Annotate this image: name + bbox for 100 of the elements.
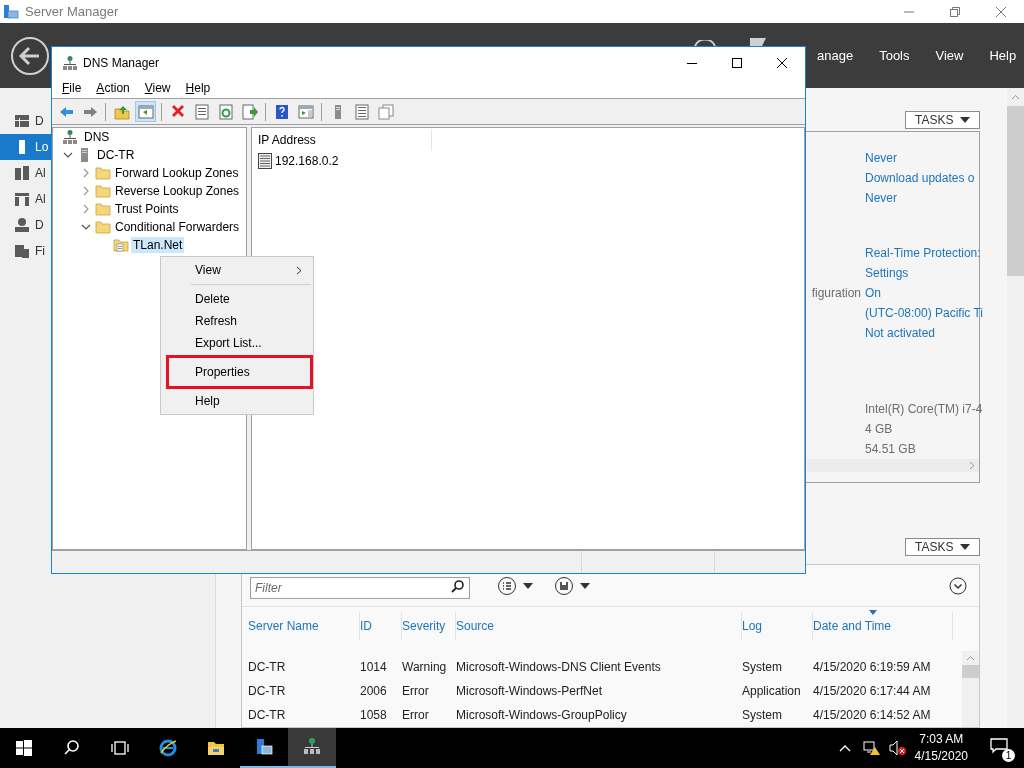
vertical-scrollbar[interactable]: [962, 651, 979, 727]
property-link[interactable]: Download updates o: [865, 169, 975, 187]
property-link[interactable]: Never: [865, 149, 897, 167]
notification-icon[interactable]: [990, 738, 1008, 754]
property-value: 4 GB: [865, 421, 893, 438]
menu-item[interactable]: Tools: [879, 45, 910, 66]
table-cell-text: System: [742, 707, 783, 724]
list-icon: [497, 575, 517, 596]
property-link[interactable]: Settings: [865, 264, 909, 282]
menu-item[interactable]: View: [161, 259, 313, 281]
table-cell-text: Error: [402, 683, 430, 700]
sidebar-item[interactable]: Al: [0, 186, 51, 212]
column-header[interactable]: ID: [360, 617, 372, 635]
close-icon[interactable]: [777, 57, 787, 68]
list-item[interactable]: 192.168.0.2: [275, 152, 339, 170]
clock-time[interactable]: 7:03 AM: [919, 731, 964, 748]
tree-item[interactable]: Reverse Lookup Zones: [113, 183, 242, 199]
toolbar-button[interactable]: [239, 101, 260, 122]
expander-icon[interactable]: [81, 222, 91, 232]
table-cell-text: DC-TR: [248, 683, 287, 700]
tree-item[interactable]: TLan.Net: [131, 237, 185, 253]
column-header[interactable]: Severity: [402, 617, 446, 635]
tree-item[interactable]: DNS: [82, 128, 112, 146]
server-manager-icon: [3, 3, 19, 20]
browser-icon: [158, 738, 178, 758]
record-icon: [257, 153, 273, 169]
caret-icon: [580, 582, 590, 589]
menu-item[interactable]: Action: [96, 79, 130, 97]
menu-item[interactable]: Help: [989, 45, 1017, 66]
column-header[interactable]: Server Name: [248, 617, 319, 635]
vertical-scrollbar[interactable]: [1007, 88, 1024, 728]
search-icon[interactable]: [451, 578, 465, 593]
window-pane-icon: [297, 103, 314, 120]
table-cell-text: Microsoft-Windows-DNS Client Events: [456, 659, 662, 676]
list-options-button[interactable]: [497, 575, 533, 596]
table-cell-text: Microsoft-Windows-GroupPolicy: [456, 707, 628, 724]
restore-icon[interactable]: [950, 6, 960, 17]
sidebar-item[interactable]: Al: [0, 160, 51, 186]
scrollbar-thumb[interactable]: [1007, 106, 1024, 276]
back-button[interactable]: [11, 36, 49, 75]
table-cell-text: 1058: [360, 707, 388, 724]
table-cell-text: System: [742, 659, 783, 676]
sidebar-item[interactable]: D: [0, 108, 51, 134]
windows-logo-icon: [14, 738, 34, 758]
horizontal-scrollbar[interactable]: [807, 459, 979, 472]
network-server-icon: [14, 217, 30, 233]
menu-item[interactable]: Help: [161, 390, 313, 412]
document-icon: [193, 103, 210, 120]
menu-item[interactable]: Refresh: [161, 310, 313, 332]
menu-item[interactable]: Help: [185, 79, 211, 97]
server-manager-icon: [254, 737, 274, 757]
column-header[interactable]: Source: [456, 617, 495, 635]
property-link[interactable]: Real-Time Protection:: [865, 244, 981, 262]
property-link[interactable]: Not activated: [865, 324, 936, 342]
menu-item[interactable]: Export List...: [161, 332, 313, 354]
clock-date[interactable]: 4/15/2020: [914, 748, 968, 765]
tasks-button[interactable]: TASKS: [905, 538, 980, 556]
menu-item[interactable]: Delete: [161, 288, 313, 310]
expander-icon[interactable]: [63, 150, 73, 160]
scrollbar-thumb[interactable]: [962, 665, 979, 678]
sidebar-item[interactable]: Lo: [0, 134, 51, 160]
property-link[interactable]: Never: [865, 189, 897, 207]
taskbar-button[interactable]: [288, 728, 336, 768]
tree-item[interactable]: DC-TR: [95, 147, 137, 163]
window-title: DNS Manager: [83, 54, 160, 72]
menu-item[interactable]: anage: [817, 45, 854, 66]
sidebar-item[interactable]: D: [0, 212, 51, 238]
chevron-up-icon[interactable]: [838, 744, 851, 752]
save-options-button[interactable]: [554, 575, 590, 596]
help-icon: [273, 103, 290, 120]
column-header[interactable]: IP Address: [258, 131, 316, 149]
table-cell-text: DC-TR: [248, 707, 287, 724]
menu-item[interactable]: View: [144, 79, 171, 97]
toolbar-button[interactable]: [135, 101, 156, 122]
network-warning-icon[interactable]: [862, 740, 881, 756]
caret-icon: [523, 582, 533, 589]
column-header[interactable]: Log: [742, 617, 763, 635]
folder-icon: [95, 201, 111, 217]
table-cell-text: 4/15/2020 6:14:52 AM: [813, 707, 932, 724]
tree-item[interactable]: Conditional Forwarders: [113, 219, 242, 235]
tasks-button[interactable]: TASKS: [905, 111, 980, 129]
expand-icon[interactable]: [949, 576, 967, 595]
servers-icon: [14, 191, 30, 207]
folder-icon: [95, 183, 111, 199]
menu-item[interactable]: File: [62, 79, 82, 97]
tree-item[interactable]: Trust Points: [113, 201, 181, 217]
sidebar-item[interactable]: Fi: [0, 238, 51, 264]
window-title: Server Manager: [25, 2, 119, 21]
filter-field[interactable]: Filter: [250, 576, 470, 599]
menu-item[interactable]: View: [935, 45, 964, 66]
tree-item[interactable]: Forward Lookup Zones: [113, 165, 241, 181]
menu-item[interactable]: Properties: [166, 355, 313, 389]
column-header[interactable]: Date and Time: [813, 617, 892, 635]
property-link[interactable]: (UTC-08:00) Pacific Ti: [865, 304, 984, 322]
table-cell-text: DC-TR: [248, 659, 287, 676]
folder-document-icon: [113, 237, 129, 253]
muted-speaker-icon[interactable]: [888, 740, 907, 756]
save-icon: [554, 575, 574, 596]
maximize-icon[interactable]: [732, 57, 742, 68]
property-link[interactable]: On: [865, 284, 881, 302]
